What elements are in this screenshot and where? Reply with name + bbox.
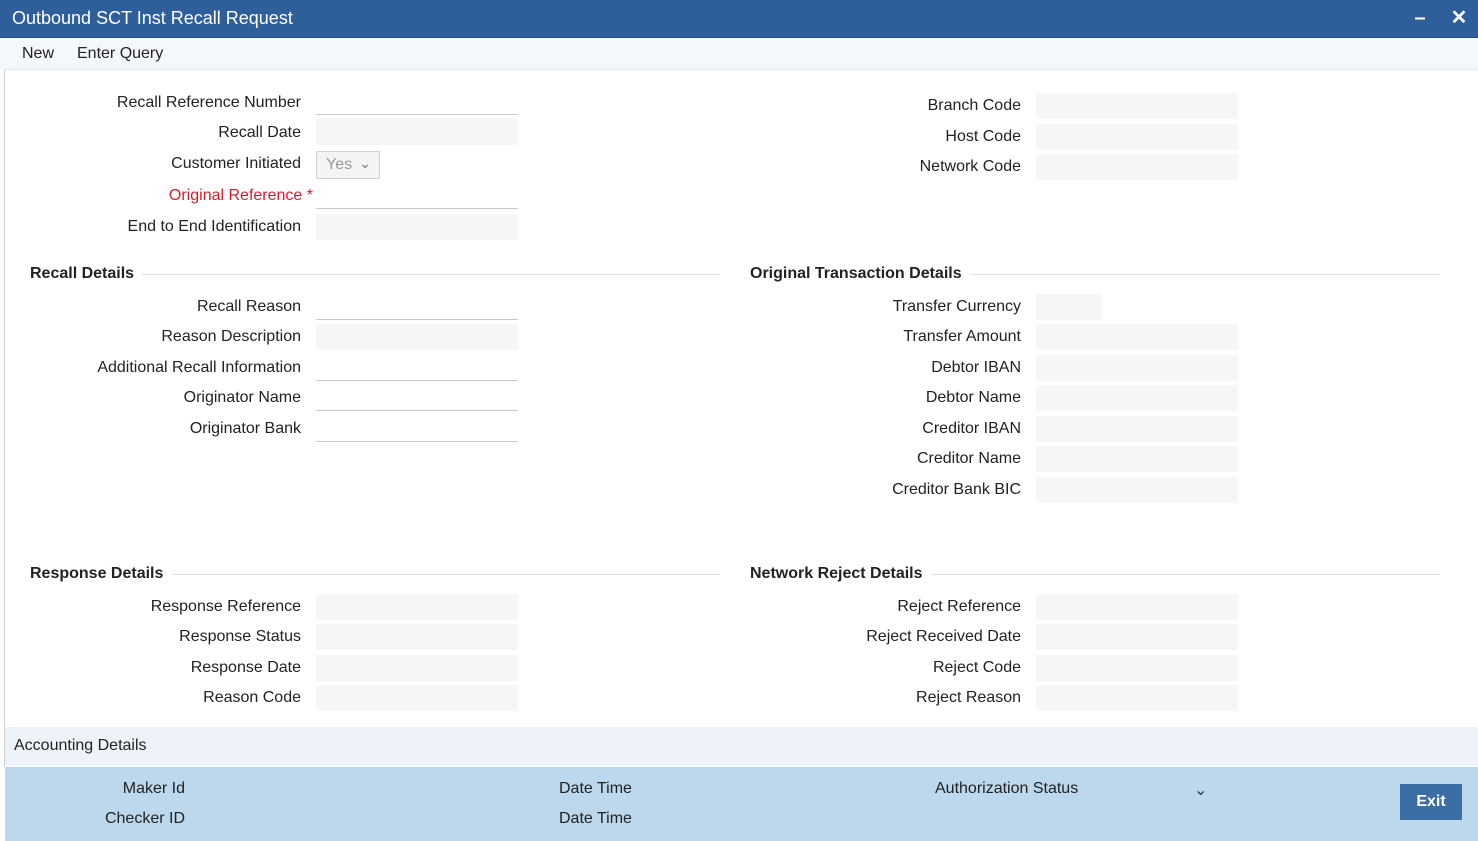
exit-button[interactable]: Exit [1400, 784, 1462, 820]
response-status-label: Response Status [179, 628, 301, 645]
originator-name-input[interactable] [316, 385, 518, 411]
accounting-details-label: Accounting Details [14, 737, 147, 754]
creditor-name-label: Creditor Name [916, 450, 1021, 467]
recall-reason-label: Recall Reason [196, 298, 301, 315]
authorization-status-label: Authorization Status [935, 780, 1079, 797]
title-bar: Outbound SCT Inst Recall Request – ✕ [0, 0, 1478, 38]
recall-reference-number-label: Recall Reference Number [116, 94, 301, 111]
reason-description-label: Reason Description [161, 328, 301, 345]
reject-reference-input[interactable] [1036, 594, 1238, 620]
originator-name-label: Originator Name [183, 389, 301, 406]
section-divider [142, 274, 720, 275]
reason-code-label: Reason Code [203, 689, 301, 706]
close-icon[interactable]: ✕ [1447, 6, 1471, 30]
transfer-currency-input[interactable] [1036, 294, 1102, 320]
minus-icon[interactable]: – [1408, 6, 1432, 30]
reason-description-input[interactable] [316, 324, 518, 350]
response-details-title: Response Details [30, 565, 164, 582]
transfer-amount-label: Transfer Amount [903, 328, 1021, 345]
checker-id-label: Checker ID [104, 810, 185, 827]
section-divider [930, 574, 1440, 575]
maker-id-label: Maker Id [122, 780, 185, 797]
customer-initiated-label: Customer Initiated [171, 155, 301, 172]
network-code-input[interactable] [1036, 154, 1238, 180]
response-date-label: Response Date [190, 659, 301, 676]
originator-bank-input[interactable] [316, 416, 518, 442]
response-reference-label: Response Reference [150, 598, 301, 615]
originator-bank-label: Originator Bank [189, 420, 301, 437]
branch-code-input[interactable] [1036, 93, 1238, 119]
creditor-bank-bic-input[interactable] [1036, 477, 1238, 503]
additional-recall-information-label: Additional Recall Information [97, 359, 301, 376]
reject-reference-label: Reject Reference [897, 598, 1021, 615]
additional-recall-information-input[interactable] [316, 355, 518, 381]
network-code-label: Network Code [919, 158, 1021, 175]
transfer-amount-input[interactable] [1036, 324, 1238, 350]
end-to-end-identification-input[interactable] [316, 214, 518, 240]
menu-new[interactable]: New [22, 45, 54, 63]
customer-initiated-value: Yes [326, 156, 353, 173]
recall-date-input[interactable] [316, 119, 518, 145]
host-code-label: Host Code [945, 128, 1021, 145]
debtor-name-input[interactable] [1036, 385, 1238, 411]
creditor-bank-bic-label: Creditor Bank BIC [892, 481, 1021, 498]
authorization-status-chevron-down-icon[interactable]: ⌄ [1194, 780, 1207, 800]
reject-received-date-input[interactable] [1036, 624, 1238, 650]
menu-enter-query[interactable]: Enter Query [77, 45, 163, 63]
accounting-details-tab[interactable]: Accounting Details [5, 727, 1478, 766]
transfer-currency-label: Transfer Currency [892, 298, 1021, 315]
customer-initiated-select[interactable]: Yes ⌄ [316, 151, 380, 179]
reject-code-input[interactable] [1036, 655, 1238, 681]
reject-received-date-label: Reject Received Date [866, 628, 1021, 645]
menu-bar: New Enter Query [0, 38, 1478, 70]
recall-details-title: Recall Details [30, 265, 135, 282]
original-reference-label: Original Reference * [168, 187, 313, 204]
original-transaction-details-title: Original Transaction Details [750, 265, 962, 282]
left-edge-divider [0, 69, 5, 767]
checker-date-time-label: Date Time [559, 810, 632, 827]
maker-date-time-label: Date Time [559, 780, 632, 797]
window-title: Outbound SCT Inst Recall Request [12, 8, 293, 28]
branch-code-label: Branch Code [927, 97, 1021, 114]
required-marker: * [306, 187, 313, 204]
debtor-iban-label: Debtor IBAN [931, 359, 1021, 376]
response-reference-input[interactable] [316, 594, 518, 620]
host-code-input[interactable] [1036, 124, 1238, 150]
section-divider [970, 274, 1440, 275]
recall-date-label: Recall Date [218, 124, 301, 141]
reject-reason-label: Reject Reason [916, 689, 1021, 706]
audit-footer [5, 767, 1478, 841]
recall-reference-number-input[interactable] [316, 89, 518, 115]
debtor-name-label: Debtor Name [925, 389, 1021, 406]
end-to-end-identification-label: End to End Identification [127, 218, 301, 235]
response-status-input[interactable] [316, 624, 518, 650]
reason-code-input[interactable] [316, 685, 518, 711]
section-divider [172, 574, 720, 575]
response-date-input[interactable] [316, 655, 518, 681]
chevron-down-icon: ⌄ [359, 155, 371, 171]
creditor-iban-label: Creditor IBAN [922, 420, 1021, 437]
recall-reason-input[interactable] [316, 294, 518, 320]
debtor-iban-input[interactable] [1036, 355, 1238, 381]
reject-code-label: Reject Code [932, 659, 1021, 676]
original-reference-input[interactable] [316, 183, 518, 209]
reject-reason-input[interactable] [1036, 685, 1238, 711]
network-reject-details-title: Network Reject Details [750, 565, 923, 582]
creditor-name-input[interactable] [1036, 446, 1238, 472]
creditor-iban-input[interactable] [1036, 416, 1238, 442]
